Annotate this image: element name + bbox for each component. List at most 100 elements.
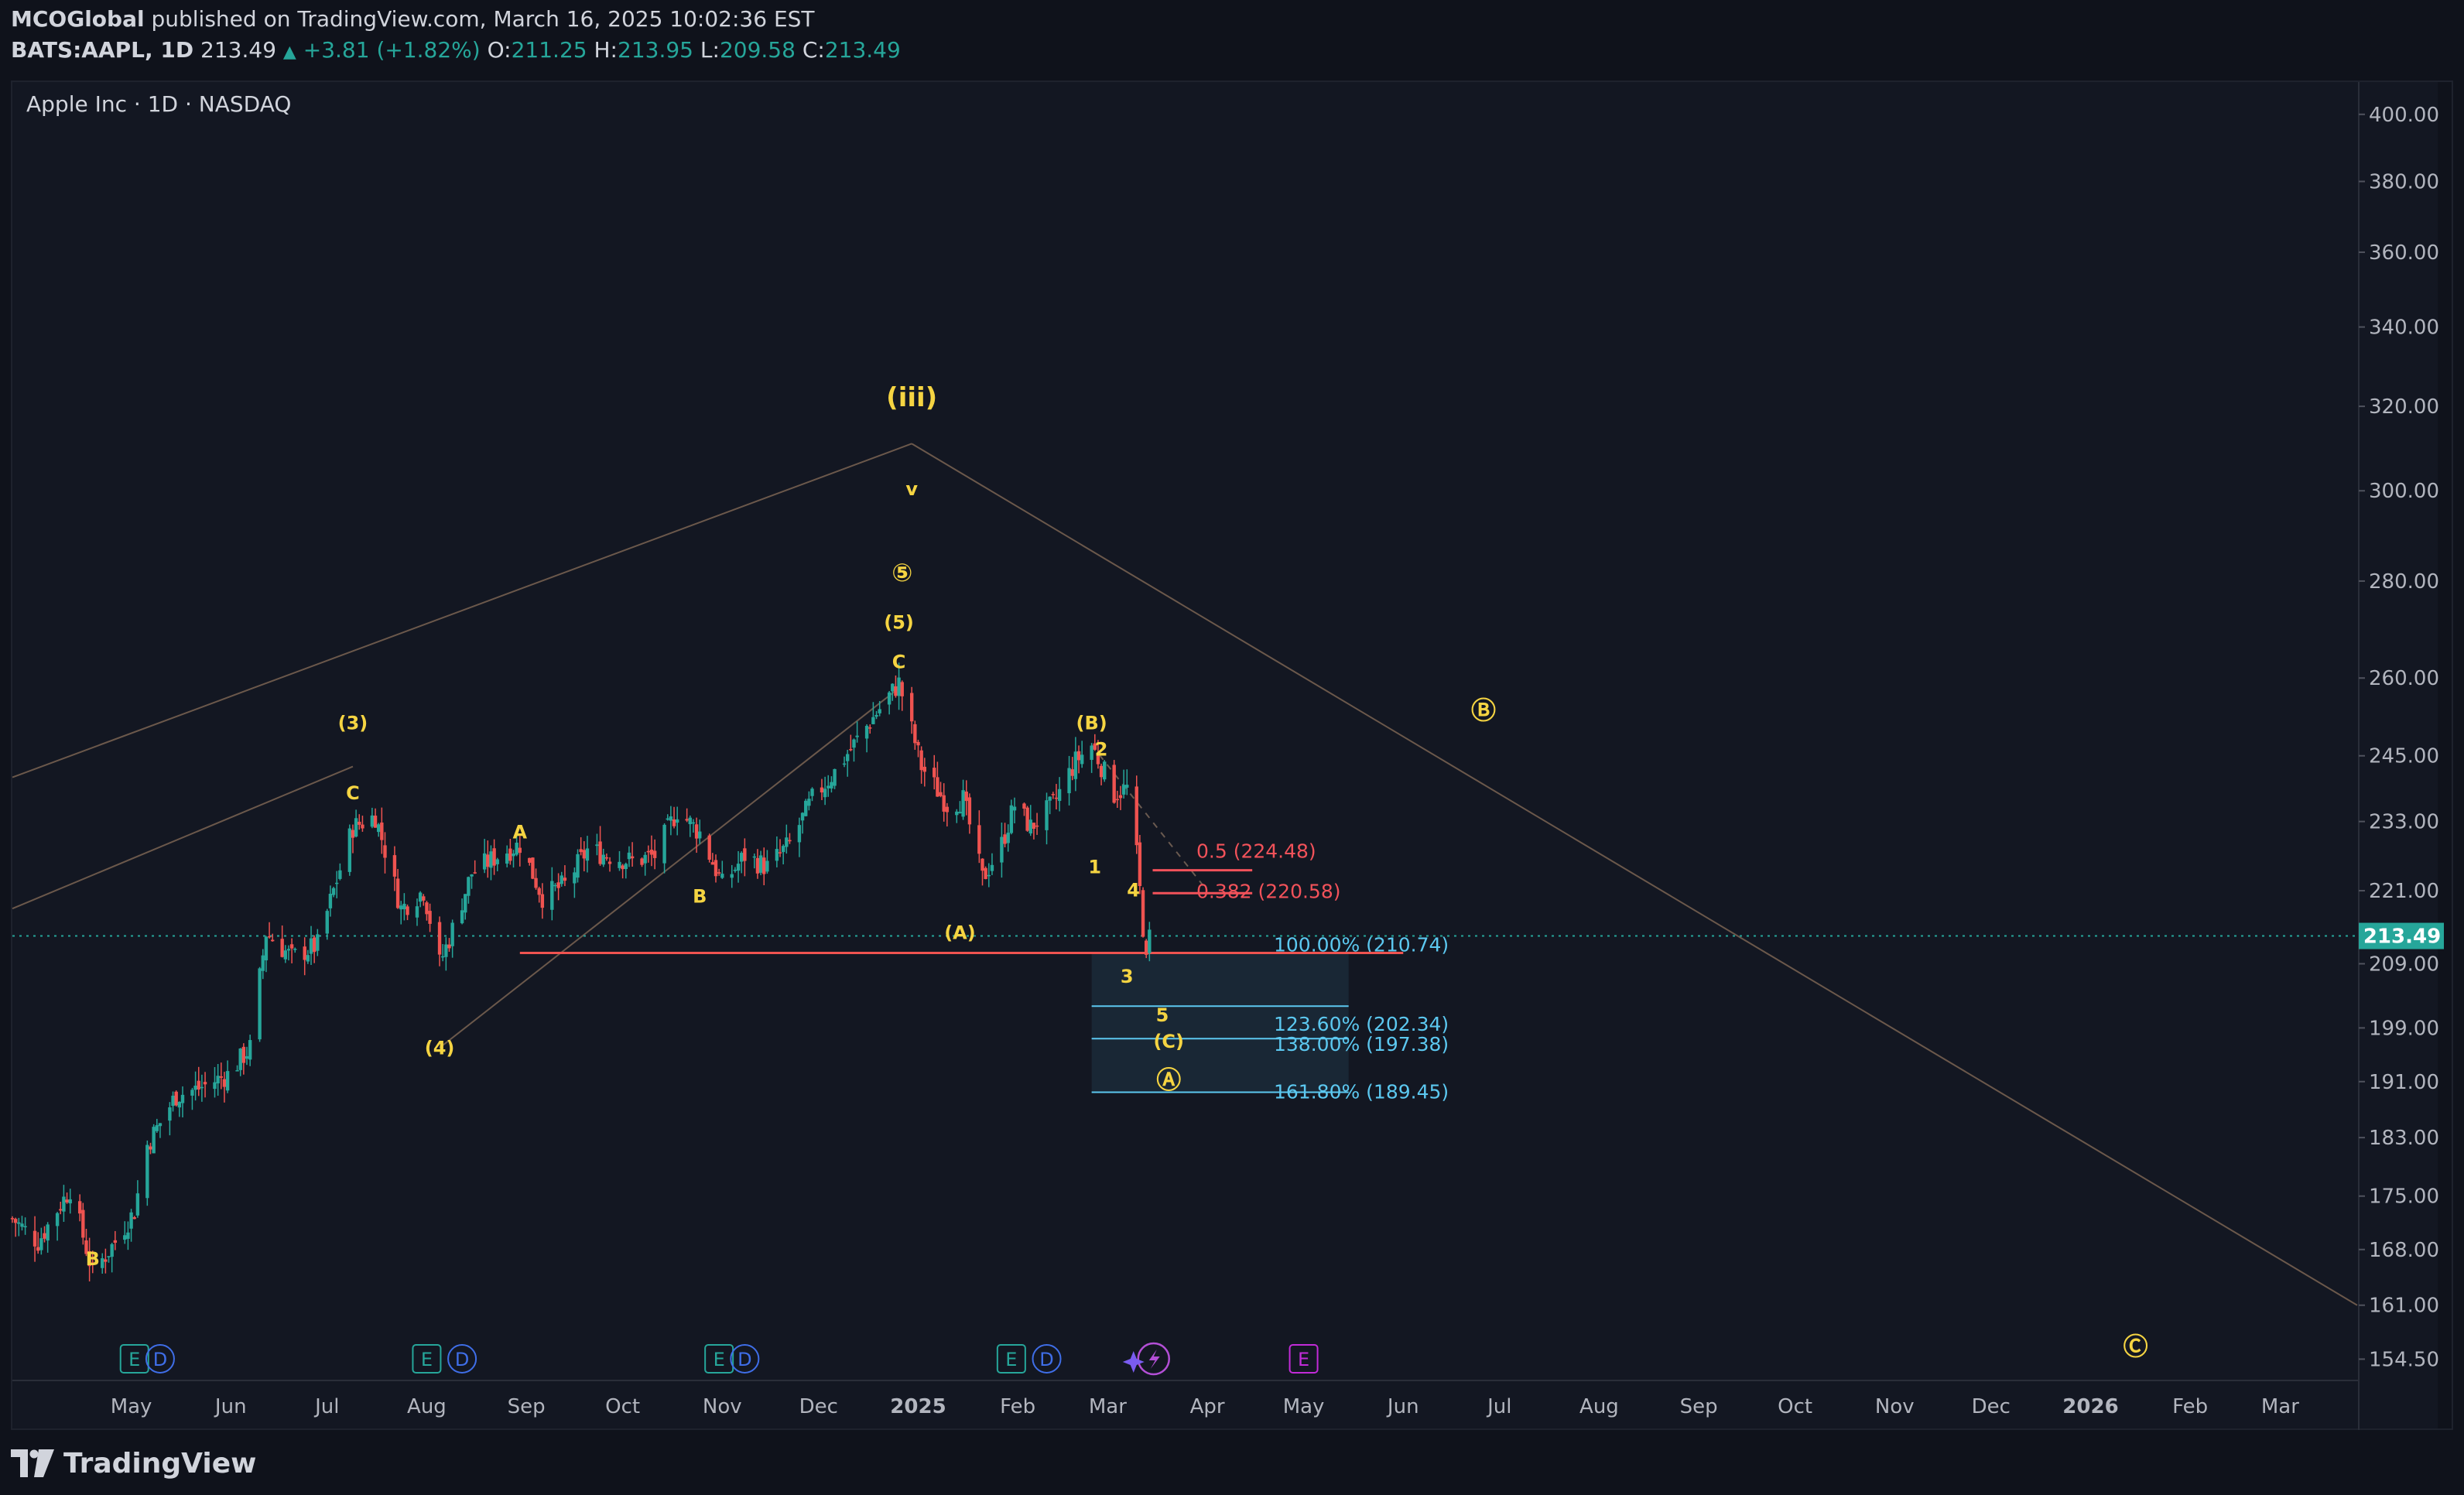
- wave-label: B: [86, 1248, 100, 1270]
- candle-body: [585, 848, 590, 861]
- last-price-label: 213.49: [2363, 925, 2441, 949]
- candle-body: [1057, 789, 1062, 802]
- x-tick-label: Dec: [1972, 1395, 2011, 1418]
- wave-label: 4: [1127, 880, 1140, 901]
- candle-body: [604, 857, 609, 859]
- candle-body: [271, 939, 275, 942]
- candle-body: [280, 939, 284, 957]
- candle-body: [755, 857, 760, 874]
- candle-body: [10, 1218, 15, 1220]
- candle-body: [694, 824, 699, 839]
- wave-label: (iii): [886, 382, 937, 413]
- candle-body: [579, 849, 583, 853]
- price-chart[interactable]: 400.00 380.00 360.00 340.00 320.00 300.00 280.…: [0, 0, 2464, 1495]
- earnings-icon-letter: E: [421, 1349, 433, 1370]
- candle-body: [440, 956, 445, 958]
- fib-extension-label: 138.00% (197.38): [1274, 1033, 1449, 1055]
- tradingview-footer: TradingView: [11, 1444, 256, 1483]
- candle-body: [710, 862, 715, 865]
- candle-body: [627, 852, 631, 860]
- candle-body: [675, 819, 679, 823]
- y-tick-label: 191.00: [2369, 1071, 2439, 1094]
- candle-body: [720, 874, 724, 878]
- candle-body: [39, 1238, 43, 1250]
- candle-body: [800, 812, 805, 821]
- candle-body: [203, 1082, 207, 1085]
- candle-body: [450, 922, 454, 946]
- candle-body: [309, 938, 313, 954]
- candle-body: [922, 766, 926, 772]
- candle-body: [961, 790, 965, 817]
- candle-body: [23, 1226, 27, 1228]
- wave-label: C: [892, 651, 906, 672]
- candle-body: [358, 821, 361, 825]
- candle-body: [482, 853, 487, 870]
- candle-body: [1112, 765, 1116, 803]
- candle-body: [652, 850, 657, 858]
- wave-label: (3): [338, 713, 368, 734]
- candle-body: [135, 1193, 140, 1216]
- candle-body: [335, 882, 339, 884]
- fib-extension-label: 123.60% (202.34): [1274, 1013, 1449, 1035]
- dividend-icon-letter: D: [455, 1349, 469, 1370]
- candle-body: [216, 1076, 220, 1084]
- candle-body: [980, 858, 984, 871]
- candle-body: [486, 854, 490, 867]
- candle-body: [55, 1213, 60, 1226]
- candle-body: [515, 842, 518, 855]
- wave-label: 5: [1156, 1004, 1169, 1026]
- candle-body: [1099, 765, 1104, 778]
- candle-body: [406, 906, 409, 915]
- candle-body: [582, 850, 587, 859]
- candle-body: [842, 763, 847, 765]
- candle-body: [104, 1259, 108, 1262]
- candle-body: [17, 1222, 21, 1224]
- wave-label: (A): [944, 922, 976, 943]
- candle-body: [534, 878, 538, 888]
- candle-body: [1035, 825, 1039, 827]
- candle-body: [107, 1256, 111, 1257]
- y-tick-label: 320.00: [2369, 395, 2439, 419]
- candle-body: [804, 800, 808, 816]
- candle-body: [666, 818, 669, 820]
- candle-body: [775, 849, 779, 861]
- x-tick-label: Oct: [1778, 1395, 1812, 1418]
- candle-body: [550, 881, 554, 910]
- candle-body: [649, 850, 654, 855]
- earnings-icon-letter: E: [1298, 1349, 1309, 1370]
- y-tick-label: 245.00: [2369, 745, 2439, 768]
- y-tick-label: 183.00: [2369, 1127, 2439, 1150]
- candle-body: [1103, 761, 1107, 780]
- candle-body: [77, 1201, 82, 1214]
- candle-body: [826, 785, 830, 789]
- candle-body: [595, 844, 599, 847]
- candle-body: [618, 861, 621, 868]
- candle-body: [376, 824, 381, 833]
- candle-body: [778, 852, 782, 854]
- candle-body: [219, 1076, 223, 1078]
- x-tick-label: Jul: [313, 1395, 339, 1418]
- candle-body: [691, 822, 696, 824]
- candle-body: [752, 856, 757, 858]
- candle-body: [887, 692, 891, 705]
- candle-body: [964, 791, 968, 802]
- candle-body: [807, 799, 811, 806]
- candle-body: [894, 686, 898, 696]
- candle-body: [743, 848, 747, 861]
- candle-body: [1025, 807, 1029, 831]
- wave-label: Ⓐ: [1156, 1066, 1181, 1095]
- candle-body: [283, 950, 288, 960]
- x-tick-label: Oct: [605, 1395, 640, 1418]
- candle-body: [1134, 786, 1138, 846]
- candle-body: [990, 864, 994, 871]
- candle-body: [643, 854, 647, 864]
- chart-legend-title: Apple Inc · 1D · NASDAQ: [26, 91, 291, 117]
- candle-body: [939, 792, 943, 796]
- candle-body: [878, 709, 881, 713]
- candle-body: [762, 857, 766, 874]
- candle-body: [351, 830, 355, 838]
- candle-body: [1115, 799, 1120, 801]
- candle-body: [437, 922, 442, 955]
- y-tick-label: 199.00: [2369, 1017, 2439, 1040]
- candle-body: [512, 854, 515, 857]
